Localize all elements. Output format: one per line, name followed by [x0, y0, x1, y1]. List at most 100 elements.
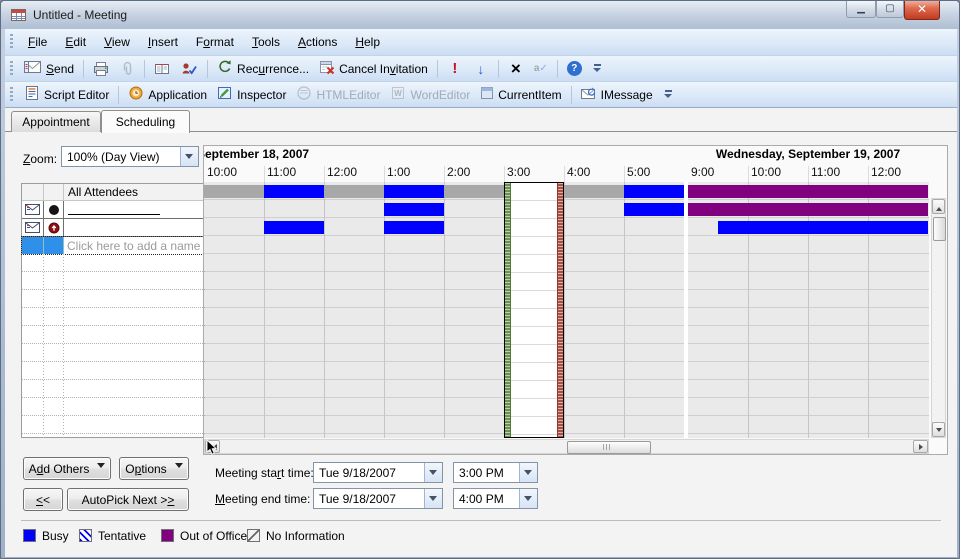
script-editor-button[interactable]: Script Editor — [19, 83, 114, 106]
scroll-down-button[interactable] — [932, 422, 945, 437]
application-icon — [128, 85, 144, 104]
new-attendee-status-cell[interactable] — [44, 237, 64, 254]
attendee-status-column-header — [44, 184, 64, 200]
menu-insert[interactable]: Insert — [139, 31, 187, 53]
cancel-invitation-label: Cancel Invitation — [339, 62, 428, 76]
toolbar-overflow-chevron[interactable] — [662, 85, 675, 105]
meeting-end-time-value: 4:00 PM — [459, 492, 504, 506]
meeting-end-time-label: Meeting end time: — [215, 492, 310, 506]
help-button[interactable]: ? — [562, 59, 587, 78]
new-attendee-mail-cell[interactable] — [22, 237, 44, 254]
print-button[interactable] — [88, 59, 114, 79]
autopick-next-button[interactable]: AutoPick Next >> — [67, 488, 189, 511]
close-button[interactable]: ✕ — [904, 1, 940, 20]
scroll-up-button[interactable] — [932, 199, 945, 214]
vertical-scrollbar[interactable] — [931, 198, 946, 438]
meeting-start-time-combobox[interactable]: 3:00 PM — [453, 462, 538, 483]
busy-legend-label: Busy — [42, 529, 69, 543]
attendee-name-cell[interactable] — [64, 219, 205, 237]
options-button[interactable]: Options — [119, 457, 189, 480]
dropdown-arrow-icon[interactable] — [424, 489, 442, 508]
toolbar-overflow-chevron[interactable] — [591, 59, 604, 79]
scroll-right-button[interactable] — [913, 440, 928, 453]
html-editor-icon — [296, 85, 312, 104]
attendee-row-organizer[interactable] — [22, 201, 205, 219]
attendee-header-row: All Attendees — [22, 184, 205, 201]
horizontal-scroll-thumb[interactable] — [567, 441, 651, 454]
dropdown-arrow-icon[interactable] — [519, 489, 537, 508]
current-item-button[interactable]: CurrentItem — [475, 84, 566, 105]
selection-end-handle[interactable] — [557, 183, 563, 437]
importance-high-button[interactable]: ! — [442, 58, 468, 79]
recurrence-icon — [217, 59, 233, 78]
word-editor-label: WordEditor — [410, 88, 470, 102]
word-editor-button[interactable]: W WordEditor — [385, 83, 475, 106]
tab-scheduling[interactable]: Scheduling — [101, 110, 190, 133]
importance-low-button[interactable]: ↓ — [468, 59, 494, 79]
standard-toolbar: Send Recurrence... Cancel Invitation ! ↓… — [5, 55, 957, 81]
address-book-button[interactable] — [149, 59, 175, 79]
attach-file-button[interactable] — [114, 59, 140, 79]
attendee-row-required[interactable] — [22, 219, 205, 237]
html-editor-button[interactable]: HTMLEditor — [291, 83, 385, 106]
menu-format[interactable]: Format — [187, 31, 243, 53]
vertical-scroll-thumb[interactable] — [933, 217, 946, 241]
current-item-icon — [480, 86, 494, 103]
attendee-mail-column-header — [22, 184, 44, 200]
menu-actions[interactable]: Actions — [289, 31, 346, 53]
title-bar[interactable]: Untitled - Meeting ▁ ▢ ✕ — [1, 1, 959, 29]
dropdown-arrow-icon[interactable] — [180, 147, 198, 166]
envelope-icon[interactable] — [22, 219, 44, 237]
envelope-icon[interactable] — [22, 201, 44, 219]
inspector-button[interactable]: Inspector — [212, 83, 291, 106]
send-button[interactable]: Send — [19, 58, 79, 79]
dropdown-arrow-icon[interactable] — [424, 463, 442, 482]
imessage-button[interactable]: IMessage — [576, 84, 658, 105]
cancel-invitation-button[interactable]: Cancel Invitation — [314, 57, 433, 80]
importance-high-icon: ! — [447, 60, 463, 77]
attendee-name-cell[interactable] — [64, 201, 205, 219]
attendee-add-row[interactable]: Click here to add a name — [22, 237, 205, 254]
menu-edit[interactable]: Edit — [56, 31, 95, 53]
word-editor-icon: W — [390, 85, 406, 104]
add-others-button[interactable]: Add Others — [23, 457, 111, 480]
application-button[interactable]: Application — [123, 83, 212, 106]
svg-text:W: W — [395, 89, 403, 98]
minimize-button[interactable]: ▁ — [846, 1, 876, 18]
no-information-legend-swatch — [247, 529, 260, 542]
autopick-previous-button[interactable]: << — [23, 488, 63, 511]
recurrence-button[interactable]: Recurrence... — [212, 57, 314, 80]
zoom-combobox[interactable]: 100% (Day View) — [61, 146, 199, 167]
out-of-office-legend-swatch — [161, 529, 174, 542]
menu-file[interactable]: File — [19, 31, 56, 53]
menu-view[interactable]: View — [95, 31, 139, 53]
toolbar-grip[interactable] — [10, 61, 13, 77]
delete-button[interactable]: × — [503, 60, 529, 78]
busy-legend-swatch — [23, 529, 36, 542]
selection-start-handle[interactable] — [505, 183, 511, 437]
meeting-end-time-combobox[interactable]: 4:00 PM — [453, 488, 538, 509]
add-attendee-cell[interactable]: Click here to add a name — [64, 237, 205, 254]
spelling-button[interactable]: a✓ — [529, 61, 553, 76]
meeting-start-date-combobox[interactable]: Tue 9/18/2007 — [313, 462, 443, 483]
no-information-legend-label: No Information — [266, 529, 345, 543]
menu-tools[interactable]: Tools — [243, 31, 289, 53]
dropdown-arrow-icon[interactable] — [519, 463, 537, 482]
meeting-time-selection[interactable] — [504, 182, 564, 438]
horizontal-scrollbar[interactable] — [204, 439, 929, 454]
inspector-label: Inspector — [237, 88, 286, 102]
toolbar-grip[interactable] — [10, 87, 13, 103]
organizer-icon — [44, 201, 64, 219]
meeting-start-date-value: Tue 9/18/2007 — [319, 466, 396, 480]
tab-appointment[interactable]: Appointment — [11, 111, 101, 132]
check-names-button[interactable] — [175, 59, 203, 79]
window-title: Untitled - Meeting — [33, 8, 127, 22]
cancel-invitation-icon — [319, 59, 335, 78]
toolbar-grip[interactable] — [10, 34, 13, 50]
freebusy-grid[interactable] — [204, 182, 929, 438]
menu-help[interactable]: Help — [346, 31, 389, 53]
maximize-button[interactable]: ▢ — [876, 1, 904, 18]
delete-icon: × — [508, 62, 524, 76]
application-label: Application — [148, 88, 207, 102]
meeting-end-date-combobox[interactable]: Tue 9/18/2007 — [313, 488, 443, 509]
